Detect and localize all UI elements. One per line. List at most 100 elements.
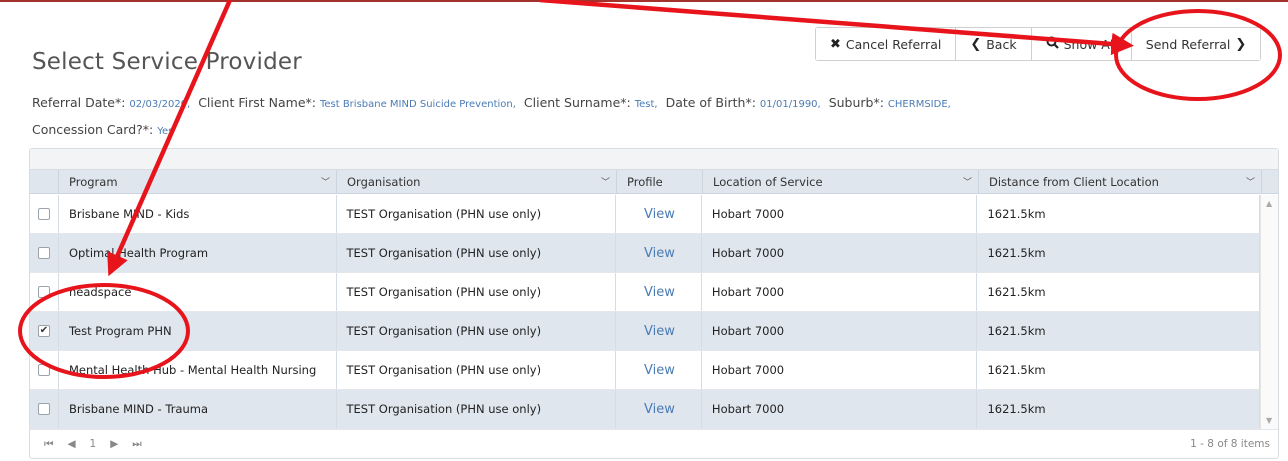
table-row[interactable]: ✔ Test Program PHN TEST Organisation (PH… [30, 312, 1260, 351]
organisation-cell: TEST Organisation (PHN use only) [337, 312, 617, 350]
referral-date-label: Referral Date*: [32, 95, 126, 110]
program-cell: Brisbane MIND - Kids [59, 195, 337, 233]
profile-cell: View [616, 273, 702, 311]
grid-rows: Brisbane MIND - Kids TEST Organisation (… [30, 195, 1260, 429]
chevron-down-icon[interactable]: ﹀ [601, 175, 610, 188]
x-icon: ✖ [830, 36, 841, 52]
organisation-cell: TEST Organisation (PHN use only) [337, 351, 617, 389]
table-row[interactable]: headspace TEST Organisation (PHN use onl… [30, 273, 1260, 312]
back-button[interactable]: ❮ Back [956, 28, 1032, 60]
location-cell: Hobart 7000 [702, 390, 978, 428]
row-checkbox-checked[interactable]: ✔ [37, 325, 50, 337]
table-row[interactable]: Optimal Health Program TEST Organisation… [30, 234, 1260, 273]
row-select-cell [30, 390, 59, 428]
referral-date-value: 02/03/2020, [129, 99, 191, 110]
table-row[interactable]: Mental Health Hub - Mental Health Nursin… [30, 351, 1260, 390]
column-header-label: Organisation [347, 174, 421, 189]
service-provider-grid: Program ﹀ Organisation ﹀ Profile Locatio… [29, 148, 1279, 459]
location-cell: Hobart 7000 [702, 312, 978, 350]
chevron-down-icon[interactable]: ﹀ [321, 175, 330, 188]
program-cell: Optimal Health Program [59, 234, 337, 272]
column-header-organisation[interactable]: Organisation ﹀ [337, 170, 617, 193]
column-header-program[interactable]: Program ﹀ [59, 170, 337, 193]
scroll-up-icon[interactable]: ▲ [1266, 199, 1272, 208]
search-icon [1046, 36, 1059, 53]
row-select-cell [30, 273, 59, 311]
organisation-cell: TEST Organisation (PHN use only) [337, 390, 617, 428]
profile-cell: View [616, 390, 702, 428]
distance-cell: 1621.5km [977, 351, 1260, 389]
suburb-label: Suburb*: [828, 95, 884, 110]
first-name-label: Client First Name*: [198, 95, 316, 110]
show-all-button[interactable]: Show All [1031, 28, 1132, 60]
grid-toolbar [30, 149, 1278, 170]
back-label: Back [986, 36, 1017, 52]
distance-cell: 1621.5km [977, 273, 1260, 311]
profile-cell: View [616, 234, 702, 272]
vertical-scrollbar[interactable]: ▲ ▼ [1260, 195, 1278, 429]
view-profile-link[interactable]: View [626, 246, 675, 261]
show-all-label: Show All [1063, 36, 1117, 52]
distance-cell: 1621.5km [977, 390, 1260, 428]
program-cell: Mental Health Hub - Mental Health Nursin… [59, 351, 337, 389]
chevron-down-icon[interactable]: ﹀ [963, 175, 972, 188]
row-checkbox[interactable] [37, 286, 50, 298]
chevron-left-icon: ❮ [970, 36, 982, 52]
view-profile-link[interactable]: View [626, 285, 675, 300]
select-column-header [30, 170, 59, 193]
column-header-label: Profile [627, 174, 663, 189]
view-profile-link[interactable]: View [626, 207, 675, 222]
column-header-label: Program [69, 174, 118, 189]
column-header-profile[interactable]: Profile [617, 170, 703, 193]
view-profile-link[interactable]: View [626, 363, 675, 378]
profile-cell: View [616, 351, 702, 389]
program-cell: Test Program PHN [59, 312, 337, 350]
cancel-referral-label: Cancel Referral [845, 36, 942, 52]
last-page-icon[interactable]: ⏭ [132, 438, 141, 451]
chevron-right-icon: ❯ [1235, 36, 1247, 52]
concession-label: Concession Card?*: [32, 122, 154, 137]
pager-info: 1 - 8 of 8 items [1190, 438, 1270, 450]
scroll-down-icon[interactable]: ▼ [1266, 416, 1272, 425]
row-select-cell: ✔ [30, 312, 59, 350]
row-checkbox[interactable] [37, 247, 50, 259]
cancel-referral-button[interactable]: ✖ Cancel Referral [816, 28, 957, 60]
program-cell: headspace [59, 273, 337, 311]
next-page-icon[interactable]: ▶ [110, 438, 118, 450]
send-referral-label: Send Referral [1145, 36, 1231, 52]
row-checkbox[interactable] [37, 403, 50, 415]
program-cell: Brisbane MIND - Trauma [59, 390, 337, 428]
page-title: Select Service Provider [32, 49, 302, 75]
distance-cell: 1621.5km [977, 234, 1260, 272]
send-referral-button[interactable]: Send Referral ❯ [1131, 28, 1261, 60]
location-cell: Hobart 7000 [702, 234, 978, 272]
dob-value: 01/01/1990, [759, 99, 821, 110]
column-header-label: Distance from Client Location [989, 174, 1159, 189]
view-profile-link[interactable]: View [626, 324, 675, 339]
organisation-cell: TEST Organisation (PHN use only) [337, 273, 617, 311]
distance-cell: 1621.5km [977, 195, 1260, 233]
current-page[interactable]: 1 [90, 438, 97, 450]
row-checkbox[interactable] [37, 208, 50, 220]
dob-label: Date of Birth*: [665, 95, 756, 110]
location-cell: Hobart 7000 [702, 351, 978, 389]
action-toolbar: ✖ Cancel Referral ❮ Back Show All Send R… [815, 27, 1262, 61]
column-header-distance[interactable]: Distance from Client Location ﹀ [979, 170, 1262, 193]
row-select-cell [30, 195, 59, 233]
grid-header: Program ﹀ Organisation ﹀ Profile Locatio… [30, 170, 1278, 194]
chevron-down-icon[interactable]: ﹀ [1246, 175, 1255, 188]
organisation-cell: TEST Organisation (PHN use only) [337, 234, 617, 272]
row-checkbox[interactable] [37, 364, 50, 376]
pager: ⏮ ◀ 1 ▶ ⏭ 1 - 8 of 8 items [30, 429, 1278, 458]
top-rule [0, 0, 1288, 2]
row-select-cell [30, 351, 59, 389]
first-name-value: Test Brisbane MIND Suicide Prevention, [319, 99, 516, 110]
column-header-location[interactable]: Location of Service ﹀ [703, 170, 979, 193]
column-header-label: Location of Service [713, 174, 823, 189]
table-row[interactable]: Brisbane MIND - Trauma TEST Organisation… [30, 390, 1260, 429]
profile-cell: View [616, 195, 702, 233]
prev-page-icon[interactable]: ◀ [67, 438, 75, 450]
view-profile-link[interactable]: View [626, 402, 675, 417]
table-row[interactable]: Brisbane MIND - Kids TEST Organisation (… [30, 195, 1260, 234]
first-page-icon[interactable]: ⏮ [44, 438, 53, 451]
